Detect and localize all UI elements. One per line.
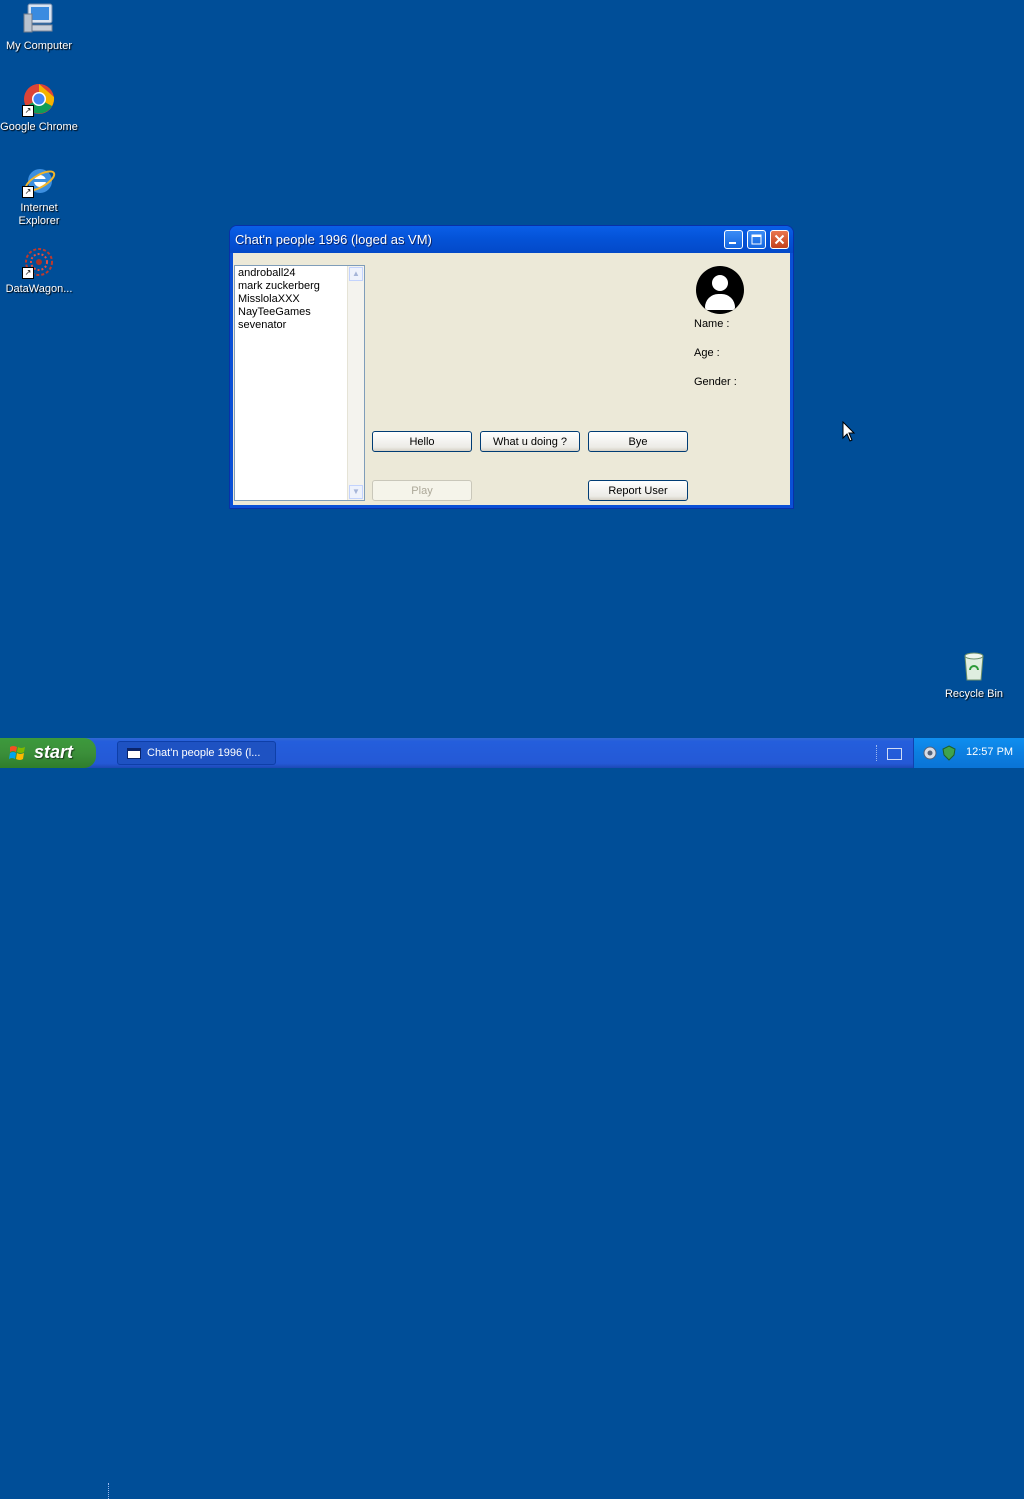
tray-grip [876, 745, 879, 761]
mouse-pointer-icon [842, 420, 856, 448]
taskbar: start Chat'n people 1996 (l... 12:57 PM [0, 738, 1024, 1499]
shortcut-arrow-icon: ↗ [22, 267, 34, 279]
internet-explorer-icon: ↗ [22, 164, 56, 198]
start-button[interactable]: start [0, 738, 96, 768]
tray-app-icon[interactable] [922, 745, 938, 761]
bye-button[interactable]: Bye [588, 431, 688, 452]
profile-age-label: Age : [694, 347, 720, 359]
desktop-icon-google-chrome[interactable]: ↗ Google Chrome [0, 83, 78, 134]
report-user-button[interactable]: Report User [588, 480, 688, 501]
list-item[interactable]: androball24 [235, 267, 320, 280]
list-item[interactable]: MisslolaXXX [235, 293, 320, 306]
chrome-icon: ↗ [22, 83, 56, 117]
recycle-bin-icon [957, 650, 991, 684]
list-scrollbar[interactable]: ▲ ▼ [347, 266, 364, 500]
what-u-doing-button[interactable]: What u doing ? [480, 431, 580, 452]
windows-flag-icon [9, 746, 25, 760]
maximize-icon [751, 234, 762, 245]
desktop-icon-label: Recycle Bin [944, 688, 1004, 700]
desktop-icon-recycle-bin[interactable]: Recycle Bin [935, 650, 1013, 701]
user-avatar-icon [696, 266, 744, 314]
taskbar-clock[interactable]: 12:57 PM [966, 746, 1013, 758]
shortcut-arrow-icon: ↗ [22, 186, 34, 198]
window-client-area: androball24 mark zuckerberg MisslolaXXX … [233, 253, 790, 505]
close-icon [774, 234, 785, 245]
desktop-icon-label: My Computer [5, 40, 73, 52]
list-item[interactable]: mark zuckerberg [235, 280, 320, 293]
profile-gender-label: Gender : [694, 376, 737, 388]
window-titlebar[interactable]: Chat'n people 1996 (loged as VM) [230, 226, 793, 253]
scroll-down-arrow-icon[interactable]: ▼ [349, 485, 363, 499]
taskbar-window-label: Chat'n people 1996 (l... [147, 747, 261, 759]
desktop-icon-datawagon[interactable]: ↗ DataWagon... [0, 245, 78, 296]
my-computer-icon [22, 2, 56, 36]
list-item[interactable]: sevenator [235, 319, 320, 332]
window-app-icon [127, 748, 141, 759]
desktop-icon-internet-explorer[interactable]: ↗ Internet Explorer [0, 164, 78, 228]
scroll-up-arrow-icon[interactable]: ▲ [349, 267, 363, 281]
desktop-icon-my-computer[interactable]: My Computer [0, 2, 78, 53]
user-listbox[interactable]: androball24 mark zuckerberg MisslolaXXX … [234, 265, 365, 501]
desktop-icon-label-line2: Explorer [18, 215, 60, 227]
close-button[interactable] [770, 230, 789, 249]
security-shield-icon[interactable] [941, 745, 957, 761]
chat-window: Chat'n people 1996 (loged as VM) androba… [230, 226, 793, 508]
datawagon-icon: ↗ [22, 245, 56, 279]
desktop-icon-label-line1: Internet [20, 202, 58, 214]
list-item[interactable]: NayTeeGames [235, 306, 320, 319]
profile-name-label: Name : [694, 318, 730, 330]
minimize-icon [729, 242, 736, 244]
user-list: androball24 mark zuckerberg MisslolaXXX … [235, 267, 320, 332]
taskbar-window-button[interactable]: Chat'n people 1996 (l... [117, 741, 276, 765]
window-title: Chat'n people 1996 (loged as VM) [235, 232, 432, 247]
keyboard-language-icon[interactable] [887, 748, 902, 760]
desktop-icon-label: Google Chrome [0, 121, 78, 133]
play-button: Play [372, 480, 472, 501]
desktop-icon-label: DataWagon... [5, 283, 73, 295]
start-label: start [34, 742, 74, 762]
system-tray: 12:57 PM [913, 738, 1024, 768]
taskbar-grip [108, 1483, 111, 1499]
minimize-button[interactable] [724, 230, 743, 249]
hello-button[interactable]: Hello [372, 431, 472, 452]
shortcut-arrow-icon: ↗ [22, 105, 34, 117]
maximize-button[interactable] [747, 230, 766, 249]
